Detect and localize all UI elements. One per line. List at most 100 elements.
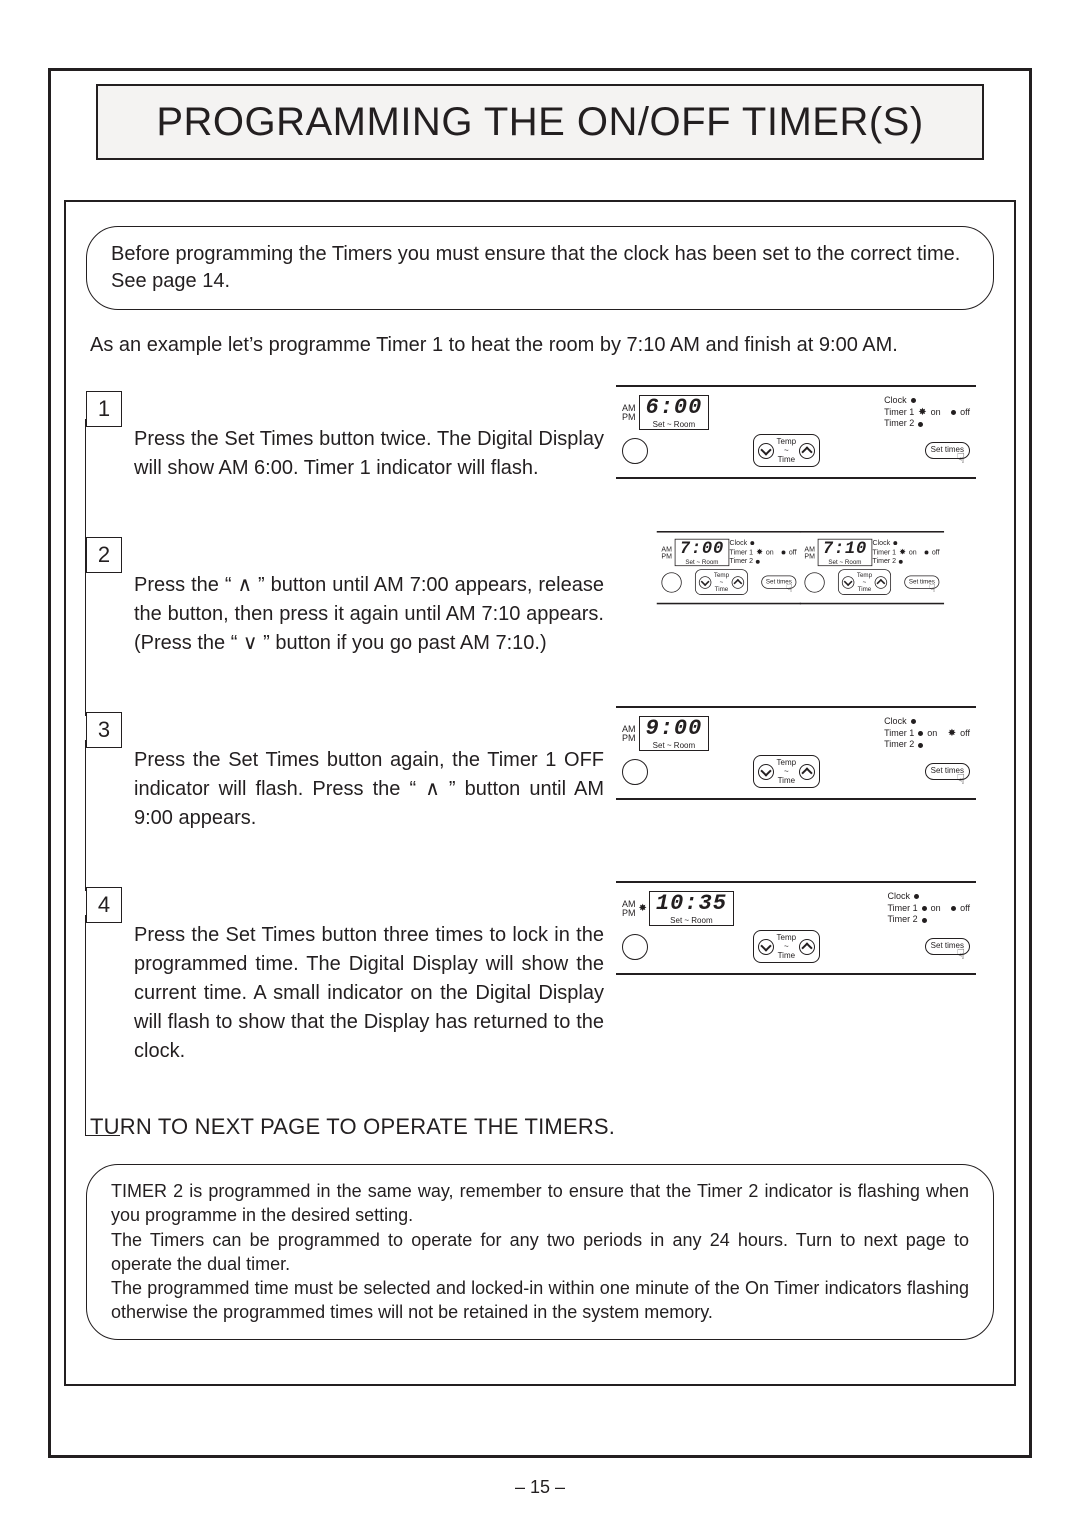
temp-time-pad: Temp~Time: [753, 755, 821, 788]
indicator-block: Clock Timer 1✸on off Timer 2: [730, 539, 797, 566]
dial-icon: [805, 572, 825, 592]
body-frame: Before programming the Timers you must e…: [64, 200, 1016, 1386]
timer1-off-flash-icon: ✸: [948, 729, 956, 739]
lcd: AMPM 7:00 Set ~ Room: [661, 539, 729, 566]
clock-dot-icon: [914, 894, 919, 899]
set-times-button[interactable]: Set times☟: [925, 938, 970, 955]
timer1-label: Timer 1: [884, 407, 914, 419]
clock-dot-icon: [911, 719, 916, 724]
step-number-wrap: 3: [86, 706, 134, 748]
down-icon[interactable]: [758, 443, 774, 459]
timer2-label: Timer 2: [873, 557, 897, 566]
clock-label: Clock: [887, 891, 910, 903]
off-label: off: [960, 903, 970, 915]
down-icon[interactable]: [842, 576, 854, 588]
temp-time-pad: Temp~Time: [753, 930, 821, 963]
on-label: on: [931, 407, 941, 419]
timer1-label: Timer 1: [887, 903, 917, 915]
up-icon[interactable]: [799, 764, 815, 780]
lcd: AMPM 9:00 Set ~ Room: [622, 716, 709, 751]
page-title: PROGRAMMING THE ON/OFF TIMER(S): [156, 100, 923, 145]
step: 1 Press the Set Times button twice. The …: [86, 385, 994, 483]
up-icon[interactable]: [875, 576, 887, 588]
lcd-box: 6:00 Set ~ Room: [639, 395, 710, 430]
up-icon[interactable]: [799, 939, 815, 955]
indicator-block: Clock Timer 1on ✸off Timer 2: [884, 716, 970, 751]
press-hand-icon: ☟: [956, 451, 965, 466]
set-times-button[interactable]: Set times☟: [761, 576, 796, 589]
lcd-time: 7:10: [823, 540, 867, 557]
down-icon[interactable]: [699, 576, 711, 588]
temp-time-pad: Temp~Time: [753, 434, 821, 467]
step-text: Press the Set Times button again, the Ti…: [134, 746, 604, 833]
lcd-box: 9:00 Set ~ Room: [639, 716, 710, 751]
next-page-line: TURN TO NEXT PAGE TO OPERATE THE TIMERS.: [90, 1114, 990, 1140]
press-hand-icon: ☟: [786, 582, 793, 594]
temp-time-label: Temp~Time: [857, 572, 872, 593]
timer1-on-flash-icon: ✸: [899, 549, 906, 557]
panel-column: AMPM 7:00 Set ~ Room Clock Timer 1✸on of…: [616, 531, 976, 625]
control-panel: AMPM ✸ 10:35 Set ~ Room Clock Timer 1on …: [616, 881, 976, 975]
set-times-button[interactable]: Set times☟: [904, 576, 939, 589]
step-number-wrap: 2: [86, 531, 134, 573]
lcd: AMPM 7:10 Set ~ Room: [805, 539, 873, 566]
step-number-wrap: 4: [86, 881, 134, 923]
step-text: Press the “ ∧ ” button until AM 7:00 app…: [134, 571, 604, 658]
lcd-time: 6:00: [646, 397, 703, 419]
timer1-on-flash-icon: ✸: [756, 549, 763, 557]
temp-time-label: Temp~Time: [777, 758, 797, 785]
ampm-label: AMPM: [622, 725, 636, 743]
panel-pair: AMPM 7:00 Set ~ Room Clock Timer 1✸on of…: [616, 531, 976, 625]
set-times-button[interactable]: Set times☟: [925, 763, 970, 780]
page-number: – 15 –: [0, 1477, 1080, 1498]
set-room-label: Set ~ Room: [656, 916, 727, 925]
temp-time-pad: Temp~Time: [838, 569, 891, 595]
intro-text: As an example let’s programme Timer 1 to…: [90, 334, 990, 357]
off-label: off: [960, 728, 970, 740]
title-box: PROGRAMMING THE ON/OFF TIMER(S): [96, 84, 984, 160]
control-panel: AMPM 6:00 Set ~ Room Clock Timer 1✸on of…: [616, 385, 976, 479]
timer2-label: Timer 2: [730, 557, 754, 566]
clock-dot-icon: [893, 541, 897, 545]
step: 2 Press the “ ∧ ” button until AM 7:00 a…: [86, 531, 994, 658]
lcd-time: 10:35: [656, 893, 727, 915]
lcd-box: 7:00 Set ~ Room: [674, 539, 729, 566]
down-icon[interactable]: [758, 939, 774, 955]
up-icon[interactable]: [731, 576, 743, 588]
dial-icon: [661, 572, 681, 592]
control-panel: AMPM 9:00 Set ~ Room Clock Timer 1on ✸of…: [616, 706, 976, 800]
step-number-wrap: 1: [86, 385, 134, 427]
step-text: Press the Set Times button three times t…: [134, 921, 604, 1066]
lcd-box: 10:35 Set ~ Room: [649, 891, 734, 926]
ampm-label: AMPM: [805, 545, 816, 559]
down-icon[interactable]: [758, 764, 774, 780]
timer1-on-flash-icon: ✸: [918, 408, 926, 418]
temp-time-pad: Temp~Time: [695, 569, 748, 595]
on-label: on: [766, 548, 774, 557]
set-room-label: Set ~ Room: [646, 420, 703, 429]
ampm-label: AMPM: [622, 404, 636, 422]
set-times-button[interactable]: Set times☟: [925, 442, 970, 459]
timer1-label: Timer 1: [730, 548, 754, 557]
off-label: off: [932, 548, 940, 557]
timer2-label: Timer 2: [887, 914, 917, 926]
up-icon[interactable]: [799, 443, 815, 459]
timer1-label: Timer 1: [873, 548, 897, 557]
clock-label: Clock: [884, 716, 907, 728]
panel-column: AMPM ✸ 10:35 Set ~ Room Clock Timer 1on …: [616, 881, 976, 975]
step-tail-icon: [85, 565, 120, 716]
clock-dot-icon: [911, 398, 916, 403]
press-hand-icon: ☟: [929, 582, 936, 594]
clock-label: Clock: [873, 539, 891, 548]
dial-icon: [622, 438, 648, 464]
timer2-label: Timer 2: [884, 739, 914, 751]
on-label: on: [931, 903, 941, 915]
off-label: off: [960, 407, 970, 419]
press-hand-icon: ☟: [956, 772, 965, 787]
on-label: on: [909, 548, 917, 557]
lcd-box: 7:10 Set ~ Room: [818, 539, 873, 566]
timer2-label: Timer 2: [884, 418, 914, 430]
dial-icon: [622, 759, 648, 785]
off-label: off: [789, 548, 797, 557]
step-tail-icon: [85, 740, 120, 891]
